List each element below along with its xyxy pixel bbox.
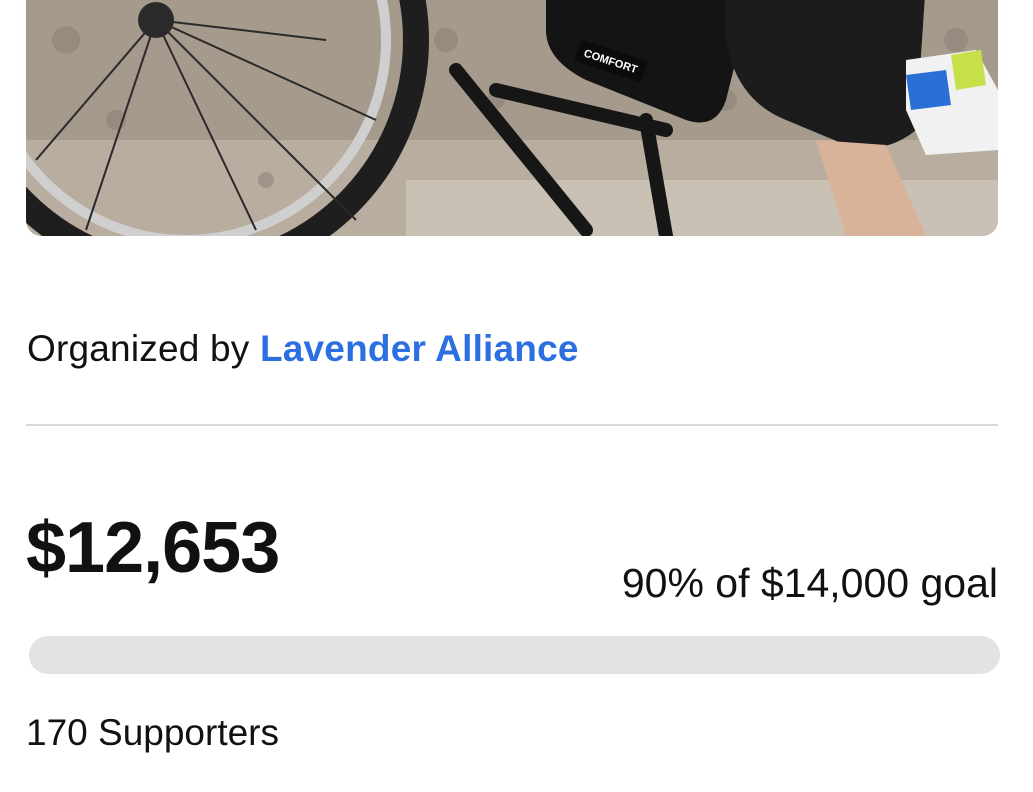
section-divider [26,424,998,426]
organizer-name-link[interactable]: Lavender Alliance [260,328,579,369]
supporters-count[interactable]: 170 Supporters [26,712,279,754]
organizer-prefix: Organized by [27,328,250,369]
progress-bar [29,636,1000,674]
organizer-line: Organized by Lavender Alliance [27,328,579,370]
wheelchair-photo-image: COMFORT [26,0,998,236]
goal-progress-text: 90% of $14,000 goal [621,560,998,606]
hero-photo[interactable]: COMFORT [26,0,998,236]
progress-bar-fill [29,636,903,674]
amount-raised: $12,653 [26,508,280,588]
fundraiser-page: COMFORT Organized by Lavender Alliance $… [0,0,1033,792]
